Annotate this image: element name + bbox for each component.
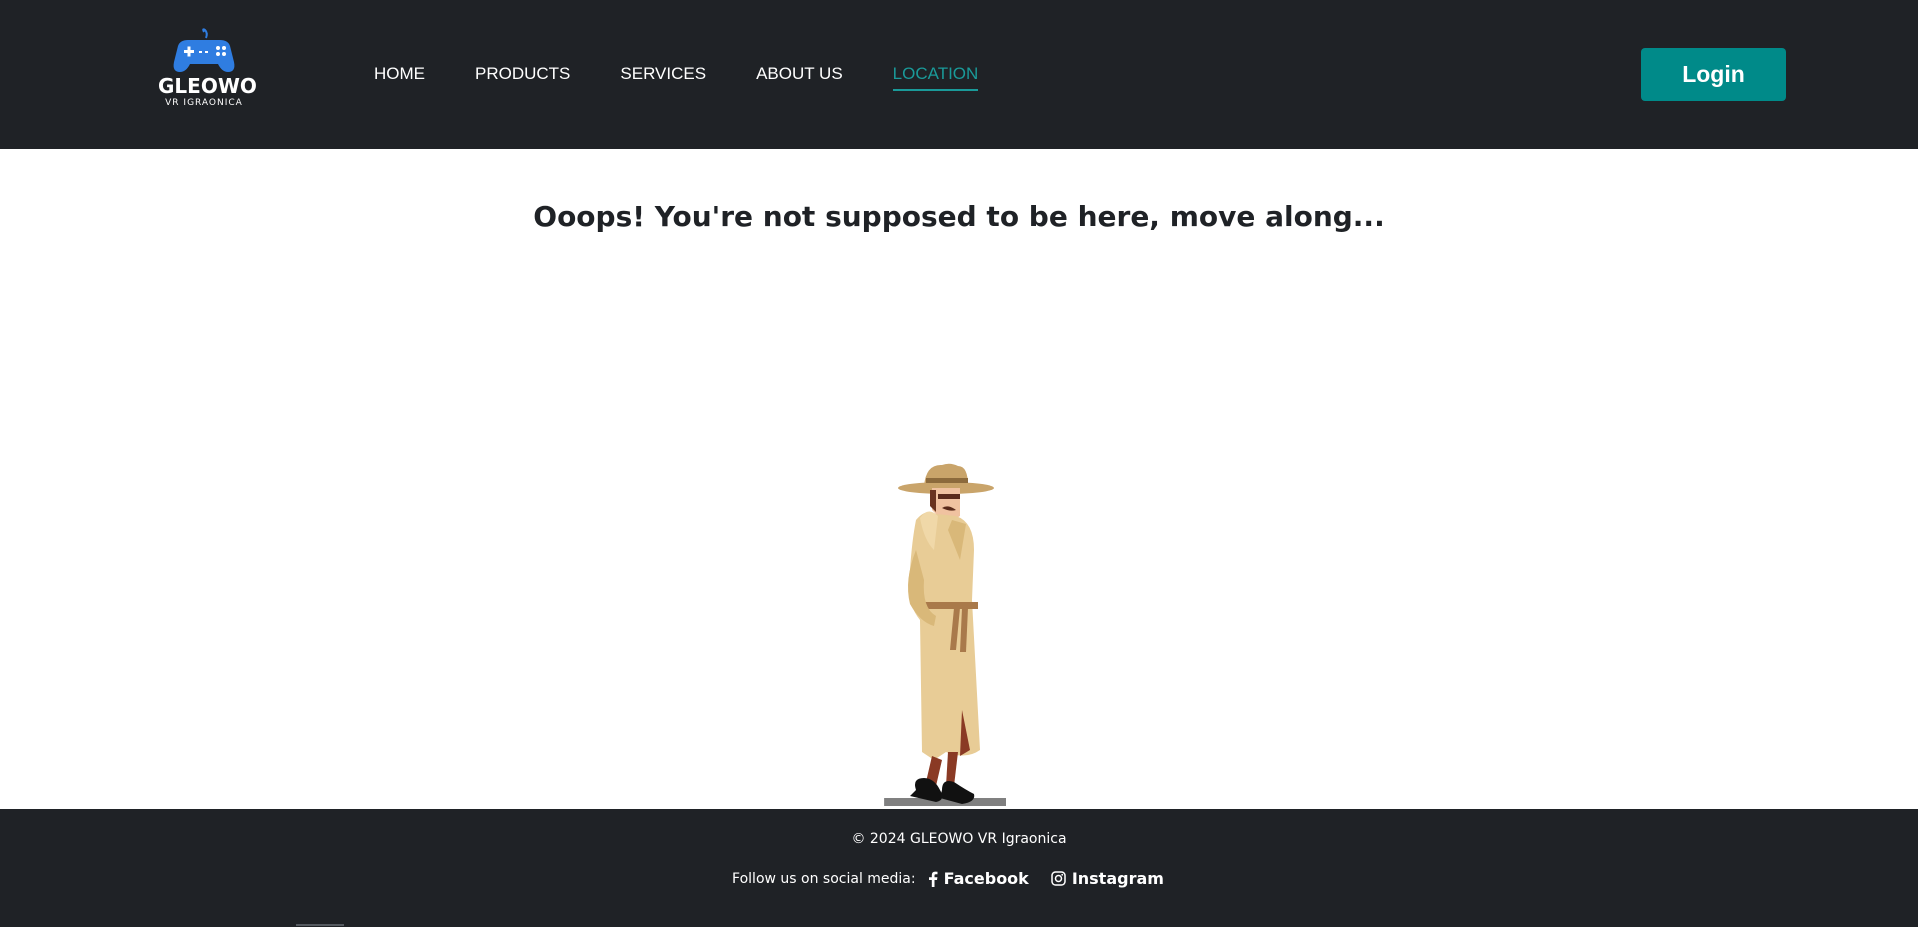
instagram-icon: [1051, 871, 1066, 886]
logo-name: GLEOWO: [158, 74, 257, 98]
logo-subtitle: VR IGRAONICA: [165, 98, 243, 108]
facebook-icon: [928, 871, 938, 887]
site-header: GLEOWO VR IGRAONICA HOME PRODUCTS SERVIC…: [0, 0, 1918, 149]
site-logo[interactable]: GLEOWO VR IGRAONICA: [158, 28, 257, 112]
follow-text: Follow us on social media:: [732, 870, 916, 887]
nav-item-location[interactable]: LOCATION: [892, 63, 979, 91]
detective-illustration: [884, 463, 1006, 806]
instagram-link[interactable]: Instagram: [1051, 869, 1164, 888]
site-footer: © 2024 GLEOWO VR Igraonica Follow us on …: [0, 809, 1918, 927]
main-nav: HOME PRODUCTS SERVICES ABOUT US LOCATION: [374, 63, 1028, 91]
error-message: Ooops! You're not supposed to be here, m…: [533, 200, 1385, 233]
social-links: Follow us on social media: Facebook Inst…: [0, 869, 1918, 888]
footer-divider: [296, 924, 344, 926]
nav-item-products[interactable]: PRODUCTS: [475, 63, 570, 91]
gamepad-icon: [173, 28, 235, 72]
facebook-label: Facebook: [943, 869, 1029, 888]
login-button[interactable]: Login: [1641, 48, 1786, 101]
nav-item-home[interactable]: HOME: [374, 63, 425, 91]
nav-item-services[interactable]: SERVICES: [620, 63, 706, 91]
instagram-label: Instagram: [1071, 869, 1164, 888]
facebook-link[interactable]: Facebook: [928, 869, 1029, 888]
nav-item-about-us[interactable]: ABOUT US: [756, 63, 843, 91]
copyright-text: © 2024 GLEOWO VR Igraonica: [851, 831, 1067, 847]
